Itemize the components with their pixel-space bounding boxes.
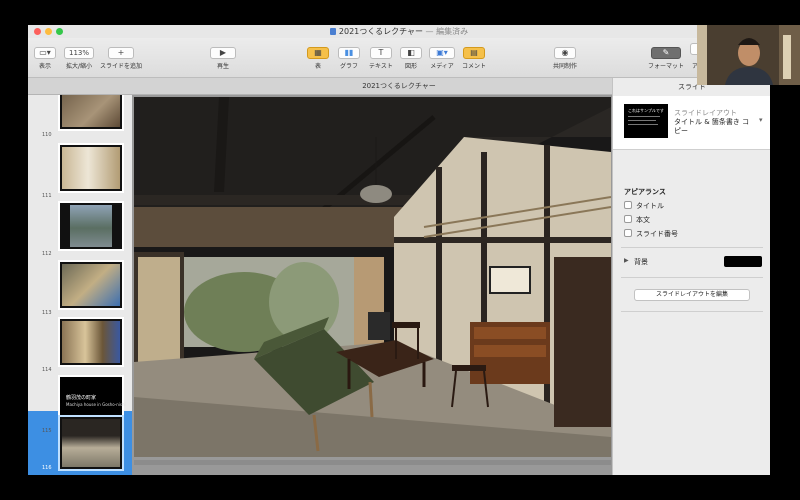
zoom-label: 拡大/縮小 (65, 63, 93, 70)
slide-thumbnail[interactable] (58, 143, 124, 193)
chart-label: グラフ (339, 63, 358, 70)
format-icon: ✎ (651, 47, 681, 59)
table-icon: ▦ (307, 47, 329, 59)
thumbnail-title: 鶴羽茂の町家 (66, 395, 97, 401)
play-label: 再生 (216, 63, 229, 70)
format-label: フォーマット (648, 63, 685, 70)
sidebar-icon: ▭▾ (34, 47, 56, 59)
divider (621, 247, 763, 248)
chart-button[interactable]: ▮▮ グラフ (338, 40, 360, 70)
collaborate-button[interactable]: ◉ 共同制作 (553, 40, 577, 70)
layout-thumbnail: これはサンプルです (624, 104, 668, 138)
chart-icon: ▮▮ (338, 47, 360, 59)
appearance-heading: アピアランス (624, 188, 666, 196)
comment-label: コメント (462, 63, 487, 70)
text-label: テキスト (369, 63, 393, 70)
shape-button[interactable]: ◧ 図形 (400, 40, 422, 70)
slide-number: 115 (42, 428, 52, 434)
disclosure-triangle-icon[interactable]: ▶ (624, 257, 629, 264)
slide-number: 110 (42, 132, 52, 138)
slide-thumbnail[interactable] (58, 201, 124, 251)
slide-number-checkbox-label: スライド番号 (636, 230, 678, 238)
collaborate-label: 共同制作 (553, 63, 578, 70)
interior-photo (134, 97, 611, 457)
slide-layout-selector[interactable]: これはサンプルです スライドレイアウト タイトル & 箇条書き コピー ▾ (613, 96, 770, 150)
zoom-select[interactable]: 113% 拡大/縮小 (64, 40, 94, 70)
slide-thumbnail[interactable] (58, 260, 124, 310)
play-button[interactable]: ▶ 再生 (210, 40, 236, 70)
comment-icon: ▤ (463, 47, 485, 59)
slide-layout-name: タイトル & 箇条書き コピー (674, 118, 750, 135)
media-button[interactable]: ▣▾ メディア (429, 40, 455, 70)
zoom-value: 113% (64, 47, 94, 59)
toolbar: ▭▾ 表示 113% 拡大/縮小 + スライドを追加 ▶ 再生 ▦ 表 ▮▮ グ… (28, 38, 770, 78)
shape-label: 図形 (404, 63, 417, 70)
slide-canvas[interactable] (132, 95, 612, 475)
title-bar: 2021つくるレクチャー — 編集済み (28, 25, 770, 38)
body-checkbox[interactable] (624, 215, 632, 223)
window-title: 2021つくるレクチャー — 編集済み (28, 26, 770, 37)
title-checkbox-label: タイトル (636, 202, 664, 210)
text-icon: T (369, 47, 392, 59)
window-title-text: 2021つくるレクチャー (338, 27, 424, 36)
slide-number-checkbox[interactable] (624, 229, 632, 237)
layout-thumbnail-title: これはサンプルです (628, 108, 664, 113)
slide-thumbnail-selected[interactable] (58, 415, 124, 471)
document-icon (329, 28, 336, 35)
add-slide-button[interactable]: + スライドを追加 (100, 40, 142, 70)
inspector-panel: スライド これはサンプルです スライドレイアウト タイトル & 箇条書き コピー… (612, 78, 770, 475)
media-label: メディア (430, 63, 454, 70)
play-icon: ▶ (210, 47, 236, 59)
divider (621, 277, 763, 278)
view-button[interactable]: ▭▾ 表示 (34, 40, 56, 70)
edit-slide-layout-button[interactable]: スライドレイアウトを編集 (634, 289, 750, 301)
slide-number: 114 (42, 367, 52, 373)
screen: 2021つくるレクチャー — 編集済み ▭▾ 表示 113% 拡大/縮小 + ス… (0, 0, 800, 500)
chevron-down-icon[interactable]: ▾ (759, 116, 763, 124)
presenter-webcam (697, 25, 800, 85)
media-icon: ▣▾ (429, 47, 455, 59)
horizontal-scrollbar[interactable] (134, 460, 611, 465)
plus-icon: + (108, 47, 134, 59)
slide-number: 112 (42, 251, 52, 257)
table-label: 表 (314, 63, 321, 70)
title-checkbox[interactable] (624, 201, 632, 209)
shape-icon: ◧ (400, 47, 422, 59)
background-color-well[interactable] (724, 256, 762, 267)
body-checkbox-label: 本文 (636, 216, 650, 224)
collaborate-icon: ◉ (554, 47, 576, 59)
divider (621, 311, 763, 312)
comment-button[interactable]: ▤ コメント (462, 40, 486, 70)
background-label: 背景 (634, 258, 648, 266)
view-label: 表示 (38, 63, 51, 70)
presenter-video (697, 25, 800, 85)
slide-number: 111 (42, 193, 52, 199)
edited-status: — 編集済み (423, 27, 469, 36)
slide-navigator[interactable]: 110 111 112 113 114 鶴羽茂の町家 Machiya house… (28, 95, 132, 475)
slide-number: 116 (42, 465, 52, 471)
add-slide-label: スライドを追加 (100, 63, 143, 70)
slide-number: 113 (42, 310, 52, 316)
slide-layout-label: スライドレイアウト (674, 109, 737, 117)
slide-photo[interactable] (134, 97, 611, 457)
slide-thumbnail[interactable] (58, 95, 124, 131)
table-button[interactable]: ▦ 表 (307, 40, 329, 70)
thumbnail-subtitle: Machiya house in Gosho-nishi (66, 402, 126, 407)
slide-thumbnail[interactable] (58, 317, 124, 367)
format-button[interactable]: ✎ フォーマット (648, 40, 684, 70)
text-button[interactable]: T テキスト (369, 40, 393, 70)
keynote-window: 2021つくるレクチャー — 編集済み ▭▾ 表示 113% 拡大/縮小 + ス… (28, 25, 770, 475)
